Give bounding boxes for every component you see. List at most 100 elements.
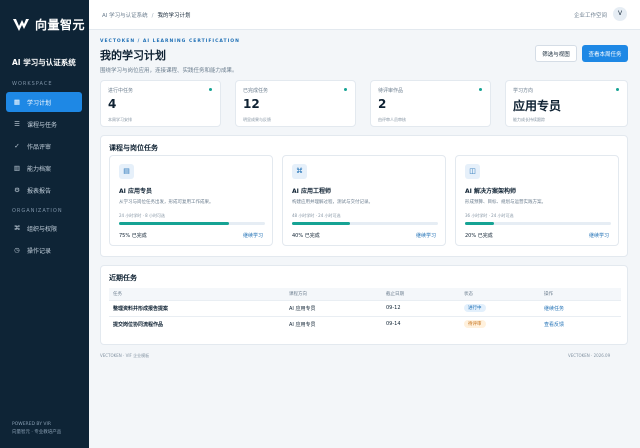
status-badge: 进行中 (464, 304, 486, 312)
course-description: 构建应用并理解过程，测试与交付记录。 (292, 200, 373, 205)
table-row[interactable]: 整理资料并形成报告提案 AI 应用专员 09-12 进行中 继续任务 (109, 299, 621, 316)
progress-text: 20% 已完成 (465, 233, 493, 239)
breadcrumb: AI 学习与认证系统 / 我的学习计划 (102, 11, 191, 19)
task-course: AI 应用专员 (285, 315, 382, 332)
stat-sub: 本周学习安排 (108, 117, 132, 122)
task-name: 提交岗位协同流程作品 (109, 315, 285, 332)
progress-fill (119, 222, 229, 225)
stat-card-in-progress: 进行中任务 4 本周学习安排 (100, 80, 221, 127)
course-name: AI 应用专员 (119, 188, 152, 195)
gear-icon: ⚙ (14, 186, 20, 194)
sidebar-item-label: 组织与权限 (27, 225, 58, 233)
column-header: 状态 (460, 288, 540, 300)
sidebar-item-courses[interactable]: ☰ 课程与任务 (6, 114, 82, 134)
course-hours: 48 小时学时 · 24 小时可选 (292, 213, 341, 218)
sidebar: 向量智元 AI 学习与认证系统 WORKSPACE ▦ 学习计划 ☰ 课程与任务… (0, 0, 89, 448)
nodes-icon: ⌘ (13, 224, 21, 232)
page-eyebrow: VECTOKEN / AI LEARNING CERTIFICATION (100, 39, 240, 44)
view-feedback-link[interactable]: 查看反馈 (544, 322, 564, 328)
stat-value: 4 (108, 97, 117, 111)
stat-value: 2 (378, 97, 387, 111)
stat-label: 待评审作品 (378, 88, 404, 94)
action-cell: 继续任务 (540, 299, 621, 316)
course-name: AI 解决方案架构师 (465, 188, 516, 195)
columns-icon: ◫ (465, 164, 480, 179)
continue-task-link[interactable]: 继续任务 (544, 306, 564, 312)
course-card[interactable]: ◫ AI 解决方案架构师 形成预算、目标、规划与运营实践方案。 36 小时学时 … (455, 155, 619, 246)
tasks-table: 任务 课程方向 截止日期 状态 操作 整理资料并形成报告提案 AI 应用专员 0… (109, 288, 621, 332)
continue-learning-link[interactable]: 继续学习 (589, 232, 609, 239)
footer-right: VECTOKEN · 2026.09 (568, 353, 611, 358)
stat-label: 已完成任务 (243, 88, 269, 94)
review-icon: ✓ (14, 142, 20, 150)
stat-sub: 能力成长持续跟踪 (513, 117, 545, 122)
sidebar-item-label: 作品评审 (27, 143, 52, 151)
history-icon: ◷ (14, 246, 20, 254)
section-title: 课程与岗位任务 (109, 144, 158, 152)
view-week-tasks-button[interactable]: 查看本周任务 (582, 45, 628, 62)
progress-bar (292, 222, 438, 225)
progress-bar (465, 222, 611, 225)
sidebar-item-label: 报表报告 (27, 187, 52, 195)
sidebar-item-review[interactable]: ✓ 作品评审 (6, 136, 82, 156)
section-title: 近期任务 (109, 274, 137, 282)
course-description: 形成预算、目标、规划与运营实践方案。 (465, 200, 546, 205)
avatar[interactable]: V (613, 7, 627, 21)
sidebar-item-org[interactable]: ⌘ 组织与权限 (6, 218, 82, 238)
sidebar-item-history[interactable]: ◷ 操作记录 (6, 240, 82, 260)
continue-learning-link[interactable]: 继续学习 (416, 232, 436, 239)
sidebar-item-study-plan[interactable]: ▦ 学习计划 (6, 92, 82, 112)
group-label-workspace: WORKSPACE (12, 81, 53, 87)
column-header: 截止日期 (382, 288, 460, 300)
sidebar-item-label: 能力档案 (27, 165, 52, 173)
breadcrumb-root[interactable]: AI 学习与认证系统 (102, 13, 148, 19)
sidebar-item-profile[interactable]: ▥ 能力档案 (6, 158, 82, 178)
stat-label: 进行中任务 (108, 88, 134, 94)
progress-fill (292, 222, 351, 225)
task-due: 09-12 (382, 299, 460, 316)
stat-value: 应用专员 (513, 99, 562, 113)
sidebar-item-label: 课程与任务 (27, 121, 58, 129)
sidebar-item-reports[interactable]: ⚙ 报表报告 (6, 180, 82, 200)
courses-panel: 课程与岗位任务 ▤ AI 应用专员 从学习与岗位任务出发，形成可复用工作成果。 … (100, 135, 628, 257)
stat-card-pending-review: 待评审作品 2 由评审人员审核 (370, 80, 491, 127)
workspace-switcher[interactable]: 企业工作空间 (574, 11, 607, 19)
task-name: 整理资料并形成报告提案 (109, 299, 285, 316)
status-dot (344, 88, 347, 91)
course-card[interactable]: ▤ AI 应用专员 从学习与岗位任务出发，形成可复用工作成果。 24 小时学时 … (109, 155, 273, 246)
stat-card-completed: 已完成任务 12 明显成果与反馈 (235, 80, 356, 127)
continue-learning-link[interactable]: 继续学习 (243, 232, 263, 239)
progress-text: 40% 已完成 (292, 233, 320, 239)
page-description: 围绕学习与岗位应用，连接课程、实践任务和能力成果。 (100, 68, 238, 74)
group-label-organization: ORGANIZATION (12, 208, 63, 214)
breadcrumb-current: 我的学习计划 (157, 13, 191, 19)
breadcrumb-separator: / (151, 13, 154, 19)
stat-label: 学习方向 (513, 88, 534, 94)
action-cell: 查看反馈 (540, 315, 621, 332)
column-header: 课程方向 (285, 288, 382, 300)
task-due: 09-14 (382, 315, 460, 332)
status-dot (616, 88, 619, 91)
course-card[interactable]: ⌘ AI 应用工程师 构建应用并理解过程，测试与交付记录。 48 小时学时 · … (282, 155, 446, 246)
brand-logo[interactable]: 向量智元 (12, 16, 85, 33)
course-hours: 24 小时学时 · 8 小时可选 (119, 213, 165, 218)
filter-view-button[interactable]: 筛选与视图 (535, 45, 577, 62)
page-title: 我的学习计划 (100, 49, 166, 62)
status-badge: 待评审 (464, 320, 486, 329)
brand-name: 向量智元 (35, 18, 86, 32)
status-cell: 进行中 (460, 299, 540, 316)
task-course: AI 应用专员 (285, 299, 382, 316)
status-dot (209, 88, 212, 91)
powered-line-2: 向量智元 · 专业教培产品 (12, 430, 62, 435)
course-description: 从学习与岗位任务出发，形成可复用工作成果。 (119, 200, 214, 205)
stat-sub: 由评审人员审核 (378, 117, 406, 122)
stat-value: 12 (243, 97, 260, 111)
column-header: 任务 (109, 288, 285, 300)
list-icon: ☰ (14, 120, 20, 128)
progress-text: 75% 已完成 (119, 233, 147, 239)
table-row[interactable]: 提交岗位协同流程作品 AI 应用专员 09-14 待评审 查看反馈 (109, 315, 621, 332)
progress-bar (119, 222, 265, 225)
table-header-row: 任务 课程方向 截止日期 状态 操作 (109, 288, 621, 300)
doc-icon: ▤ (119, 164, 134, 179)
sidebar-item-label: 操作记录 (27, 247, 52, 255)
